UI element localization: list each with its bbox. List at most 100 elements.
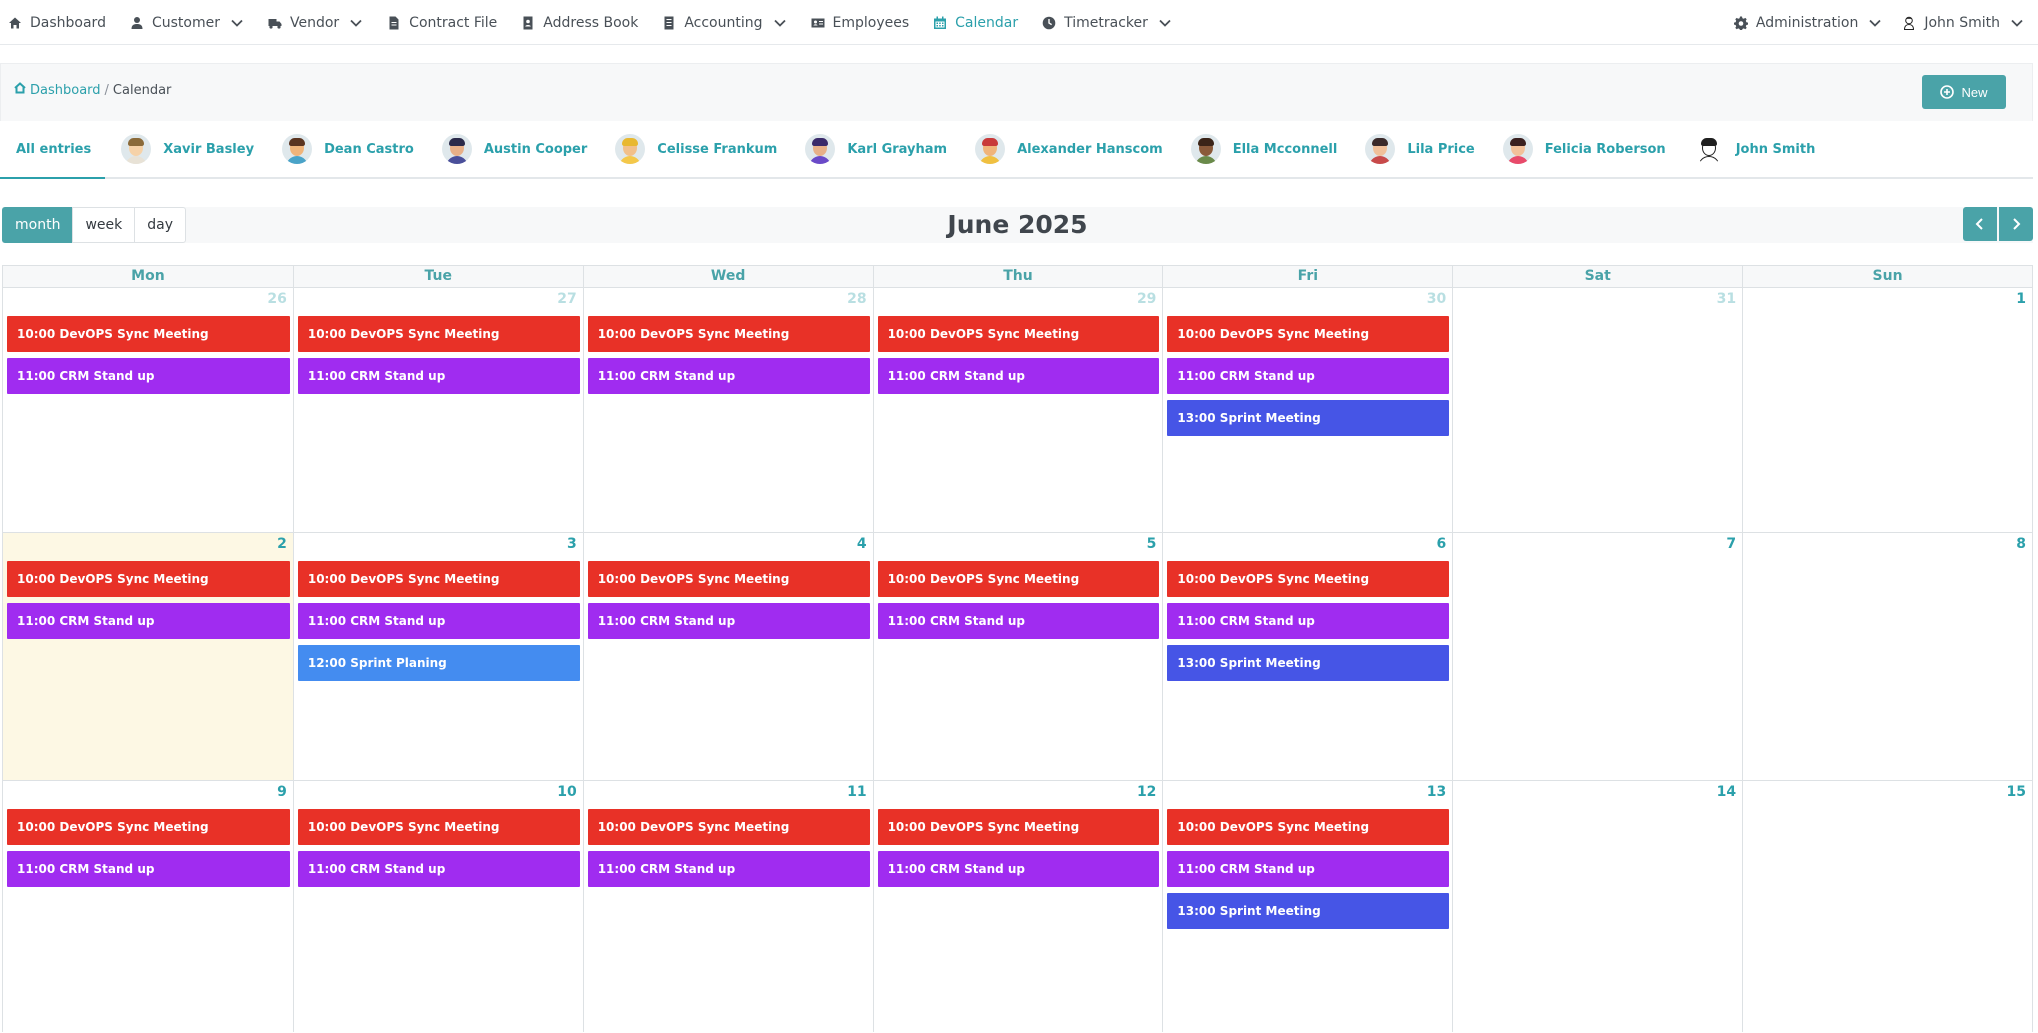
calendar-event-standup[interactable]: 11:00 CRM Stand up <box>587 358 870 394</box>
calendar-day-cell[interactable]: 5 10:00 DevOPS Sync Meeting 11:00 CRM Stan… <box>872 533 1163 780</box>
user-tab-karl-grayham[interactable]: Karl Grayham <box>789 120 959 178</box>
calendar-event-standup[interactable]: 11:00 CRM Stand up <box>877 851 1160 887</box>
calendar-day-cell[interactable]: 2 10:00 DevOPS Sync Meeting 11:00 CRM Stan… <box>3 533 293 780</box>
calendar-event-devops[interactable]: 10:00 DevOPS Sync Meeting <box>877 561 1160 597</box>
calendar-event-devops[interactable]: 10:00 DevOPS Sync Meeting <box>587 316 870 352</box>
day-number[interactable]: 31 <box>1455 288 1740 316</box>
calendar-event-devops[interactable]: 10:00 DevOPS Sync Meeting <box>877 809 1160 845</box>
nav-item-address-book[interactable]: Address Book <box>521 15 638 31</box>
calendar-day-cell[interactable]: 10 10:00 DevOPS Sync Meeting 11:00 CRM Sta… <box>292 781 583 1032</box>
calendar-event-sprint-meeting[interactable]: 13:00 Sprint Meeting <box>1167 400 1450 436</box>
calendar-event-devops[interactable]: 10:00 DevOPS Sync Meeting <box>877 316 1160 352</box>
calendar-event-devops[interactable]: 10:00 DevOPS Sync Meeting <box>1167 561 1450 597</box>
day-number[interactable]: 14 <box>1455 781 1740 809</box>
calendar-day-cell[interactable]: 31 <box>1452 288 1742 532</box>
calendar-event-devops[interactable]: 10:00 DevOPS Sync Meeting <box>7 561 290 597</box>
calendar-event-standup[interactable]: 11:00 CRM Stand up <box>587 603 870 639</box>
day-number[interactable]: 11 <box>586 781 871 809</box>
calendar-event-standup[interactable]: 11:00 CRM Stand up <box>297 603 580 639</box>
calendar-day-cell[interactable]: 26 10:00 DevOPS Sync Meeting 11:00 CRM Sta… <box>3 288 293 532</box>
calendar-event-sprint-meeting[interactable]: 13:00 Sprint Meeting <box>1167 893 1450 929</box>
breadcrumb-dashboard-link[interactable]: Dashboard <box>30 83 101 98</box>
calendar-day-cell[interactable]: 28 10:00 DevOPS Sync Meeting 11:00 CRM Sta… <box>582 288 873 532</box>
day-number[interactable]: 28 <box>586 288 871 316</box>
day-number[interactable]: 3 <box>296 533 581 561</box>
calendar-event-devops[interactable]: 10:00 DevOPS Sync Meeting <box>7 809 290 845</box>
calendar-event-standup[interactable]: 11:00 CRM Stand up <box>877 358 1160 394</box>
nav-item-customer[interactable]: Customer <box>130 15 244 31</box>
day-number[interactable]: 10 <box>296 781 581 809</box>
calendar-event-sprint-planing[interactable]: 12:00 Sprint Planing <box>297 645 580 681</box>
calendar-event-standup[interactable]: 11:00 CRM Stand up <box>7 603 290 639</box>
calendar-day-cell[interactable]: 12 10:00 DevOPS Sync Meeting 11:00 CRM Sta… <box>872 781 1163 1032</box>
calendar-event-devops[interactable]: 10:00 DevOPS Sync Meeting <box>7 316 290 352</box>
day-number[interactable]: 2 <box>5 533 291 561</box>
user-tab-all-entries[interactable]: All entries <box>0 121 106 179</box>
nav-item-vendor[interactable]: Vendor <box>268 15 363 31</box>
day-number[interactable]: 5 <box>876 533 1161 561</box>
view-week-button[interactable]: week <box>72 207 136 243</box>
calendar-day-cell[interactable]: 13 10:00 DevOPS Sync Meeting 11:00 CRM Sta… <box>1162 781 1452 1032</box>
view-day-button[interactable]: day <box>134 207 187 243</box>
calendar-event-standup[interactable]: 11:00 CRM Stand up <box>1167 603 1450 639</box>
calendar-day-cell[interactable]: 14 <box>1452 781 1742 1032</box>
calendar-event-standup[interactable]: 11:00 CRM Stand up <box>297 851 580 887</box>
new-entry-button[interactable]: New <box>1922 75 2006 109</box>
day-number[interactable]: 29 <box>876 288 1161 316</box>
nav-item-contract-file[interactable]: Contract File <box>387 15 497 31</box>
user-tab-felicia-roberson[interactable]: Felicia Roberson <box>1487 120 1678 178</box>
calendar-event-sprint-meeting[interactable]: 13:00 Sprint Meeting <box>1167 645 1450 681</box>
day-number[interactable]: 27 <box>296 288 581 316</box>
nav-item-employees[interactable]: Employees <box>811 15 909 31</box>
view-month-button[interactable]: month <box>2 207 74 243</box>
user-tab-austin-cooper[interactable]: Austin Cooper <box>426 120 599 178</box>
calendar-day-cell[interactable]: 7 <box>1452 533 1742 780</box>
calendar-event-standup[interactable]: 11:00 CRM Stand up <box>1167 358 1450 394</box>
calendar-day-cell[interactable]: 1 <box>1742 288 2032 532</box>
day-number[interactable]: 13 <box>1165 781 1450 809</box>
calendar-event-devops[interactable]: 10:00 DevOPS Sync Meeting <box>297 809 580 845</box>
calendar-day-cell[interactable]: 6 10:00 DevOPS Sync Meeting 11:00 CRM Stan… <box>1162 533 1452 780</box>
calendar-event-standup[interactable]: 11:00 CRM Stand up <box>7 358 290 394</box>
day-number[interactable]: 9 <box>5 781 291 809</box>
calendar-day-cell[interactable]: 30 10:00 DevOPS Sync Meeting 11:00 CRM Sta… <box>1162 288 1452 532</box>
nav-item-timetracker[interactable]: Timetracker <box>1042 15 1172 31</box>
day-number[interactable]: 12 <box>876 781 1161 809</box>
nav-item-administration[interactable]: Administration <box>1733 15 1882 31</box>
nav-item-calendar[interactable]: Calendar <box>933 15 1018 31</box>
calendar-event-devops[interactable]: 10:00 DevOPS Sync Meeting <box>297 561 580 597</box>
day-number[interactable]: 26 <box>5 288 291 316</box>
calendar-day-cell[interactable]: 27 10:00 DevOPS Sync Meeting 11:00 CRM Sta… <box>292 288 583 532</box>
calendar-day-cell[interactable]: 29 10:00 DevOPS Sync Meeting 11:00 CRM Sta… <box>872 288 1163 532</box>
user-tab-lila-price[interactable]: Lila Price <box>1349 120 1486 178</box>
calendar-event-standup[interactable]: 11:00 CRM Stand up <box>1167 851 1450 887</box>
user-tab-ella-mcconnell[interactable]: Ella Mcconnell <box>1175 120 1350 178</box>
calendar-day-cell[interactable]: 15 <box>1742 781 2032 1032</box>
calendar-day-cell[interactable]: 4 10:00 DevOPS Sync Meeting 11:00 CRM Stan… <box>582 533 873 780</box>
day-number[interactable]: 15 <box>1745 781 2030 809</box>
day-number[interactable]: 8 <box>1745 533 2030 561</box>
day-number[interactable]: 6 <box>1165 533 1450 561</box>
calendar-event-standup[interactable]: 11:00 CRM Stand up <box>877 603 1160 639</box>
user-tab-xavir-basley[interactable]: Xavir Basley <box>105 120 266 178</box>
prev-month-button[interactable] <box>1963 207 1997 241</box>
calendar-day-cell[interactable]: 11 10:00 DevOPS Sync Meeting 11:00 CRM Sta… <box>582 781 873 1032</box>
calendar-event-devops[interactable]: 10:00 DevOPS Sync Meeting <box>297 316 580 352</box>
calendar-event-standup[interactable]: 11:00 CRM Stand up <box>7 851 290 887</box>
day-number[interactable]: 7 <box>1455 533 1740 561</box>
next-month-button[interactable] <box>1999 207 2033 241</box>
calendar-event-devops[interactable]: 10:00 DevOPS Sync Meeting <box>1167 809 1450 845</box>
calendar-day-cell[interactable]: 8 <box>1742 533 2032 780</box>
user-tab-celisse-frankum[interactable]: Celisse Frankum <box>599 120 789 178</box>
day-number[interactable]: 30 <box>1165 288 1450 316</box>
nav-item-accounting[interactable]: Accounting <box>662 15 786 31</box>
user-tab-john-smith[interactable]: John Smith <box>1678 120 1828 178</box>
calendar-event-devops[interactable]: 10:00 DevOPS Sync Meeting <box>1167 316 1450 352</box>
day-number[interactable]: 1 <box>1745 288 2030 316</box>
calendar-day-cell[interactable]: 9 10:00 DevOPS Sync Meeting 11:00 CRM Stan… <box>3 781 293 1032</box>
calendar-event-devops[interactable]: 10:00 DevOPS Sync Meeting <box>587 561 870 597</box>
calendar-event-devops[interactable]: 10:00 DevOPS Sync Meeting <box>587 809 870 845</box>
calendar-day-cell[interactable]: 3 10:00 DevOPS Sync Meeting 11:00 CRM Stan… <box>292 533 583 780</box>
user-tab-alexander-hanscom[interactable]: Alexander Hanscom <box>959 120 1175 178</box>
user-tab-dean-castro[interactable]: Dean Castro <box>266 120 426 178</box>
